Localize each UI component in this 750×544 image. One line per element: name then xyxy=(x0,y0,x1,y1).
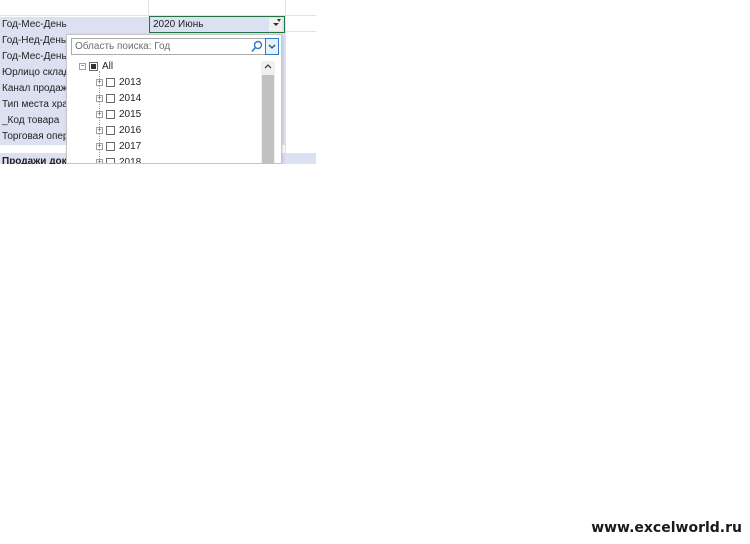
tree-item-label: 2016 xyxy=(119,125,142,136)
spreadsheet-grid[interactable]: Год-Мес-День 2020 Июнь Год-Нед-День Год-… xyxy=(0,0,316,164)
expand-icon[interactable]: + xyxy=(96,159,103,163)
filter-label-year-month-day: Год-Мес-День xyxy=(0,17,148,33)
tree-item-year[interactable]: + 2018 xyxy=(75,155,255,163)
filter-value-text: 2020 Июнь xyxy=(153,19,204,30)
search-box[interactable] xyxy=(71,38,279,55)
tree-item-year[interactable]: + 2014 xyxy=(75,91,255,107)
expand-icon[interactable]: + xyxy=(96,143,103,150)
tree-item-year[interactable]: + 2015 xyxy=(75,107,255,123)
tree-item-all[interactable]: − All xyxy=(75,59,255,75)
checkbox-year[interactable] xyxy=(106,142,115,151)
checkbox-year[interactable] xyxy=(106,110,115,119)
search-scope-button[interactable] xyxy=(265,38,279,55)
tree-item-label: 2017 xyxy=(119,141,142,152)
tree-item-label: 2013 xyxy=(119,77,142,88)
tree-item-year[interactable]: + 2016 xyxy=(75,123,255,139)
search-input[interactable] xyxy=(72,39,251,54)
checkbox-year[interactable] xyxy=(106,94,115,103)
checkbox-year[interactable] xyxy=(106,126,115,135)
checkbox-year[interactable] xyxy=(106,158,115,163)
chevron-down-icon xyxy=(268,44,276,49)
vertical-scrollbar[interactable] xyxy=(261,61,275,164)
expand-icon[interactable]: + xyxy=(96,79,103,86)
tree-item-label: 2014 xyxy=(119,93,142,104)
member-tree[interactable]: − All + 2013 + 2014 + 2015 + 2016 + 2017… xyxy=(75,59,255,163)
chevron-up-icon xyxy=(264,64,272,69)
tree-item-label: All xyxy=(102,61,114,72)
filter-value-cell[interactable]: 2020 Июнь xyxy=(149,16,285,33)
checkbox-all[interactable] xyxy=(89,62,98,71)
scroll-up-button[interactable] xyxy=(261,61,275,73)
watermark: www.excelworld.ru xyxy=(591,520,742,536)
checkbox-year[interactable] xyxy=(106,78,115,87)
collapse-icon[interactable]: − xyxy=(79,63,86,70)
search-icon[interactable] xyxy=(251,40,263,53)
expand-icon[interactable]: + xyxy=(96,111,103,118)
pivot-header-label: Продажи док xyxy=(2,156,67,164)
grid-row xyxy=(0,0,316,16)
tree-item-label: 2018 xyxy=(119,157,142,163)
tree-item-label: 2015 xyxy=(119,109,142,120)
tree-item-year[interactable]: + 2013 xyxy=(75,75,255,91)
filter-icon xyxy=(272,19,281,26)
expand-icon[interactable]: + xyxy=(96,127,103,134)
tree-item-year[interactable]: + 2017 xyxy=(75,139,255,155)
filter-dropdown-panel[interactable]: − All + 2013 + 2014 + 2015 + xyxy=(66,34,282,164)
filter-dropdown-button[interactable] xyxy=(269,18,282,31)
expand-icon[interactable]: + xyxy=(96,95,103,102)
scroll-thumb[interactable] xyxy=(262,75,274,164)
